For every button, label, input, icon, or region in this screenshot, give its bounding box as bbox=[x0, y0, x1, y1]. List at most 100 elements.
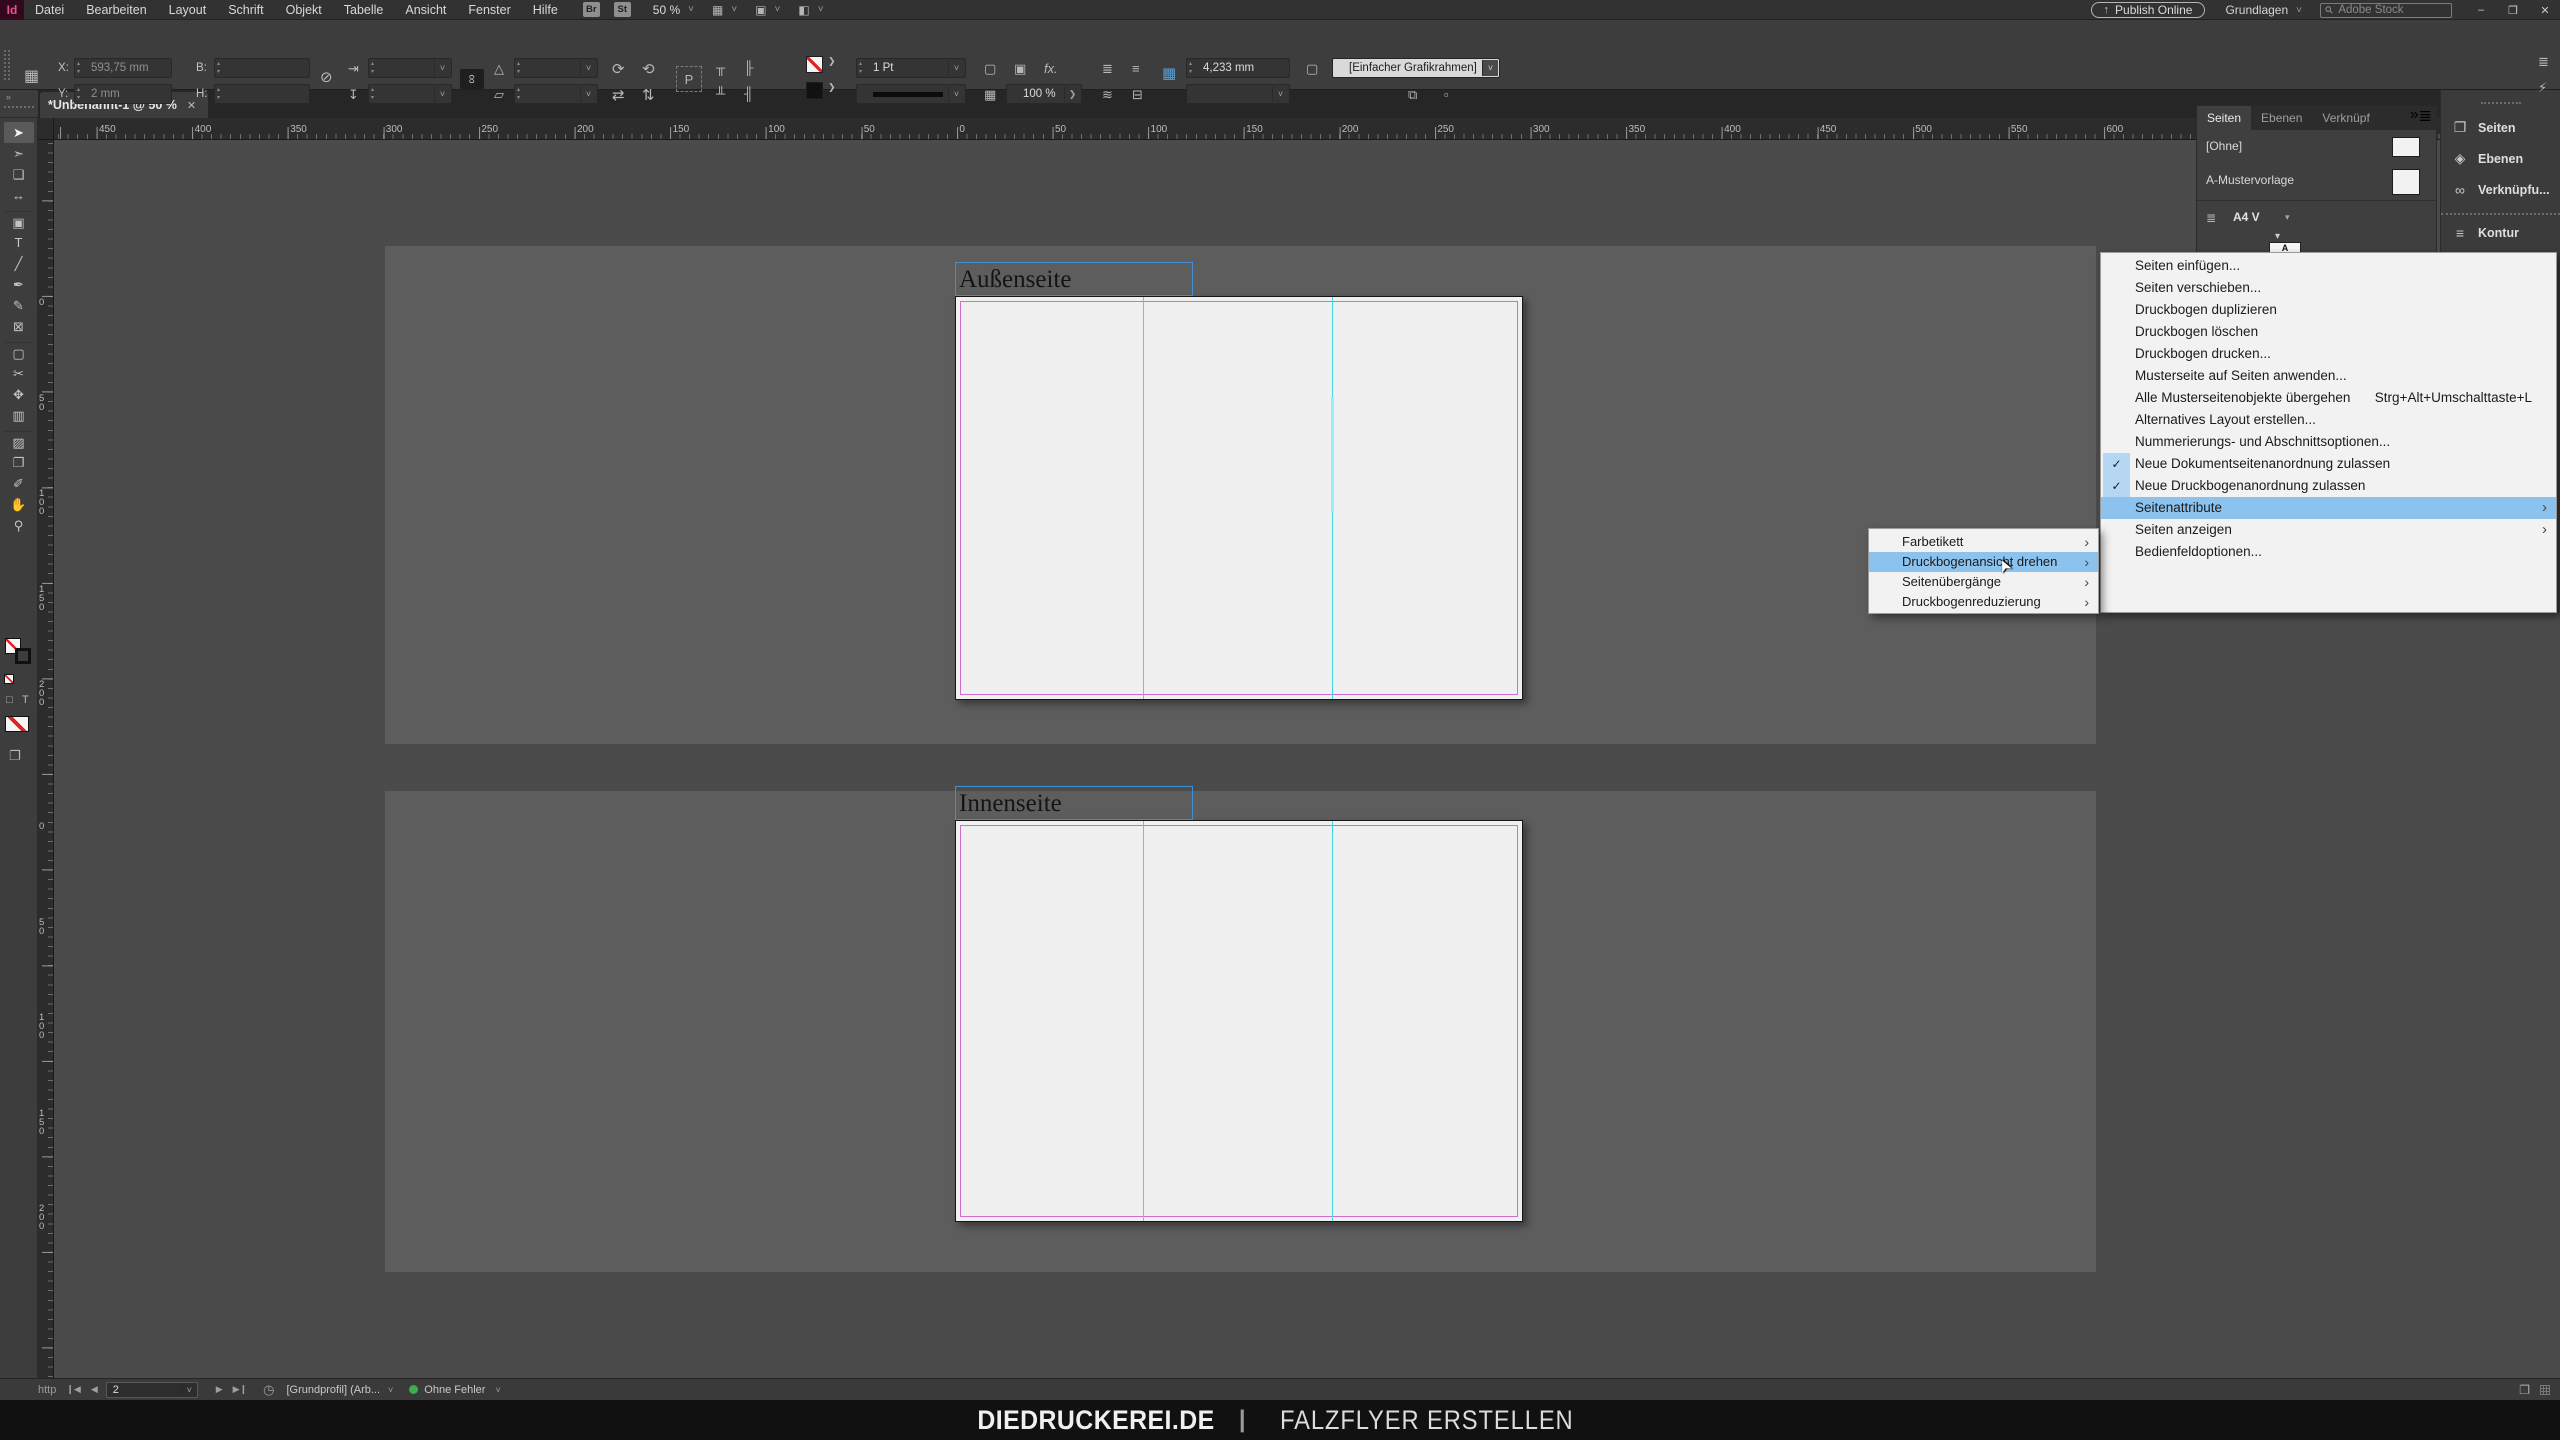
submenu-item[interactable]: Seitenübergänge › bbox=[1869, 572, 2098, 592]
screen-mode-chevron-icon[interactable]: ˅ bbox=[775, 4, 781, 15]
window-restore-button[interactable]: ❐ bbox=[2498, 1, 2528, 19]
select-previous-icon[interactable]: ╟ bbox=[744, 60, 753, 75]
frame-tool[interactable]: ⊠ bbox=[4, 316, 34, 337]
master-page-row[interactable]: A-Mustervorlage bbox=[2197, 164, 2436, 198]
context-menu-item[interactable]: Musterseite auf Seiten anwenden... bbox=[2101, 365, 2556, 387]
rotation-angle-field[interactable]: ▴▾˅ bbox=[514, 58, 598, 78]
error-status[interactable]: Ohne Fehler bbox=[424, 1384, 485, 1396]
control-panel-menu-icon[interactable]: ≣ bbox=[2538, 54, 2549, 70]
eyedropper-tool[interactable]: ✐ bbox=[4, 473, 34, 494]
rotate-cw-icon[interactable]: ⟳ bbox=[612, 60, 625, 78]
formatting-container-icon[interactable]: □ bbox=[6, 694, 13, 706]
master-thumbnail[interactable] bbox=[2392, 137, 2420, 157]
scale-y-field[interactable]: ▴▾˅ bbox=[368, 84, 452, 104]
submenu-item[interactable]: Druckbogenreduzierung › bbox=[1869, 592, 2098, 612]
dock-item-seiten[interactable]: ❐ Seiten bbox=[2441, 112, 2560, 143]
screen-mode-icon[interactable]: ▣ bbox=[755, 3, 766, 17]
gradient-tool[interactable]: ▥ bbox=[4, 405, 34, 426]
quick-apply-icon[interactable]: ⚡ bbox=[2538, 80, 2547, 96]
fill-flyout-icon[interactable]: ❯ bbox=[828, 82, 836, 93]
view-options-chevron-icon[interactable]: ˅ bbox=[731, 4, 737, 15]
menubar-item[interactable]: Datei bbox=[24, 0, 75, 20]
note-tool[interactable]: ❐ bbox=[4, 452, 34, 473]
flip-horizontal-icon[interactable]: ⇄ bbox=[612, 86, 625, 104]
reference-point-proxy[interactable]: ▦ bbox=[24, 66, 39, 86]
selection-tool[interactable]: ➤ bbox=[4, 122, 34, 143]
stroke-swatch-none[interactable] bbox=[806, 56, 823, 73]
arrange-chevron-icon[interactable]: ˅ bbox=[818, 4, 824, 15]
rectangle-tool[interactable]: ▢ bbox=[4, 342, 34, 363]
ruler-origin-box[interactable] bbox=[38, 118, 54, 140]
direct-selection-tool[interactable]: ➣ bbox=[4, 143, 34, 164]
menubar-item[interactable]: Ansicht bbox=[394, 0, 457, 20]
opacity-field[interactable]: 100 %❯ bbox=[1006, 84, 1082, 104]
context-menu-item[interactable]: Seiten einfügen... bbox=[2101, 255, 2556, 277]
wrap-jump-icon[interactable]: ⊟ bbox=[1132, 87, 1143, 103]
last-page-button[interactable]: ▶❙ bbox=[233, 1384, 247, 1395]
wrap-none-icon[interactable]: ≣ bbox=[1102, 61, 1113, 77]
corner-options-icon[interactable]: ▢ bbox=[984, 61, 996, 77]
menubar-item[interactable]: Layout bbox=[158, 0, 218, 20]
context-menu-item[interactable]: Druckbogen duplizieren bbox=[2101, 299, 2556, 321]
workspace-chevron-icon[interactable]: ˅ bbox=[2296, 5, 2302, 16]
tools-panel-header[interactable]: » bbox=[0, 90, 38, 118]
context-menu-item[interactable]: Alternatives Layout erstellen... bbox=[2101, 409, 2556, 431]
shear-angle-field[interactable]: ▴▾˅ bbox=[514, 84, 598, 104]
hand-tool[interactable]: ✋ bbox=[4, 494, 34, 515]
first-page-button[interactable]: ❙◀ bbox=[66, 1384, 80, 1395]
preflight-icon[interactable]: ◷ bbox=[263, 1382, 274, 1398]
bridge-icon[interactable]: Br bbox=[583, 2, 600, 17]
wrap-bounding-icon[interactable]: ≡ bbox=[1132, 61, 1140, 76]
stock-search-input[interactable]: ⚲ Adobe Stock bbox=[2320, 3, 2452, 18]
selected-guide-segment[interactable] bbox=[1331, 397, 1334, 512]
next-page-button[interactable]: ▶ bbox=[216, 1384, 223, 1395]
zoom-level[interactable]: 50 % bbox=[653, 3, 680, 17]
menubar-item[interactable]: Hilfe bbox=[522, 0, 569, 20]
menubar-item[interactable]: Objekt bbox=[275, 0, 333, 20]
select-parent-icon[interactable]: ╢ bbox=[744, 86, 753, 101]
tools-grip[interactable] bbox=[4, 106, 34, 108]
pen-tool[interactable]: ✒ bbox=[4, 274, 34, 295]
publish-online-button[interactable]: ↑ Publish Online bbox=[2091, 2, 2206, 18]
y-position-field[interactable]: ▴▾2 mm bbox=[74, 84, 172, 104]
stroke-flyout-icon[interactable]: ❯ bbox=[828, 56, 836, 67]
inner-side-text-frame[interactable]: Innenseite bbox=[955, 786, 1193, 820]
fill-swatch[interactable] bbox=[806, 82, 823, 99]
page-size-row[interactable]: ≣ A4 V ▾ bbox=[2197, 203, 2436, 233]
arrange-documents-icon[interactable]: ◧ bbox=[798, 3, 809, 17]
default-swatches-icon[interactable] bbox=[4, 674, 14, 684]
vertical-ruler[interactable]: 050100150200 050100150200 bbox=[38, 140, 54, 1378]
view-options-icon[interactable]: ▦ bbox=[712, 3, 723, 17]
apply-none-button[interactable] bbox=[5, 716, 29, 732]
seiten[interactable]: Seiten bbox=[2197, 106, 2251, 130]
menubar-item[interactable]: Tabelle bbox=[333, 0, 395, 20]
zoom-chevron-icon[interactable]: ˅ bbox=[688, 4, 694, 15]
gap-tool[interactable]: ↔ bbox=[4, 185, 34, 206]
context-menu-item[interactable]: Seiten anzeigen › bbox=[2101, 519, 2556, 541]
scale-x-field[interactable]: ▴▾˅ bbox=[368, 58, 452, 78]
master-page-row[interactable]: [Ohne] bbox=[2197, 130, 2436, 164]
window-close-button[interactable]: ✕ bbox=[2530, 1, 2560, 19]
scissors-tool[interactable]: ✂ bbox=[4, 363, 34, 384]
dock-grip[interactable] bbox=[2481, 102, 2521, 104]
workspace-switcher[interactable]: Grundlagen bbox=[2225, 3, 2288, 17]
preflight-profile[interactable]: [Grundprofil] (Arb... bbox=[286, 1384, 380, 1396]
free-transform-tool[interactable]: ✥ bbox=[4, 384, 34, 405]
stroke-color-swatch[interactable] bbox=[15, 648, 31, 664]
dock-item-verknuepfungen[interactable]: ∞ Verknüpfu... bbox=[2441, 174, 2560, 205]
spread-view-icon[interactable]: ❐ bbox=[2519, 1383, 2530, 1397]
formatting-text-icon[interactable]: T bbox=[22, 694, 29, 706]
rotate-ccw-icon[interactable]: ⟲ bbox=[642, 60, 655, 78]
context-menu-item[interactable]: Seitenattribute › bbox=[2101, 497, 2556, 519]
line-tool[interactable]: ╱ bbox=[4, 253, 34, 274]
drop-shadow-icon[interactable]: ▣ bbox=[1014, 61, 1026, 77]
panel-expand-icon[interactable]: » bbox=[2410, 106, 2419, 130]
previous-page-button[interactable]: ◀ bbox=[91, 1384, 98, 1395]
flip-vertical-icon[interactable]: ⇅ bbox=[642, 86, 655, 104]
fold-guide[interactable] bbox=[1143, 821, 1144, 1221]
gap-size-field[interactable]: ▴▾4,233 mm bbox=[1186, 58, 1290, 78]
submenu-item[interactable]: Druckbogenansicht drehen › bbox=[1869, 552, 2098, 572]
page-number-chevron-icon[interactable]: ˅ bbox=[182, 1383, 196, 1397]
frame-dotted-icon[interactable]: ▢ bbox=[1306, 61, 1318, 77]
menubar-item[interactable]: Fenster bbox=[457, 0, 521, 20]
